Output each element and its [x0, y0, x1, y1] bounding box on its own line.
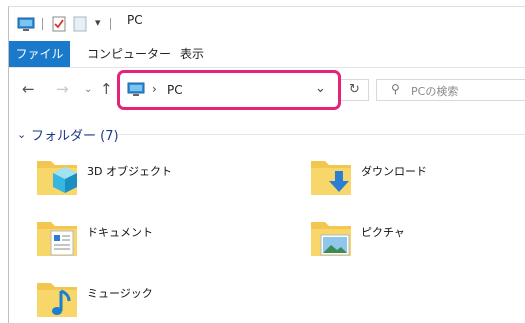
window-title: PC: [127, 13, 143, 27]
refresh-icon: ↻: [349, 82, 360, 97]
folder-label[interactable]: ミュージック: [87, 285, 153, 301]
address-bar[interactable]: › PC ⌄: [117, 70, 341, 110]
forward-button[interactable]: →: [56, 80, 69, 98]
folder-pictures[interactable]: [309, 216, 353, 258]
folder-3d-objects[interactable]: [35, 155, 79, 197]
folder-downloads[interactable]: [309, 155, 353, 197]
properties-icon[interactable]: [52, 16, 66, 35]
folder-label[interactable]: ダウンロード: [361, 163, 427, 179]
search-icon: ⚲: [391, 82, 400, 96]
folder-label[interactable]: 3D オブジェクト: [87, 163, 172, 179]
breadcrumb-pc[interactable]: PC: [167, 83, 183, 97]
search-box[interactable]: ⚲ PCの検索: [376, 79, 525, 101]
folder-music[interactable]: [35, 277, 79, 319]
refresh-button[interactable]: ↻: [341, 79, 369, 101]
separator: [110, 18, 111, 30]
group-divider: [118, 134, 525, 135]
folder-documents[interactable]: [35, 216, 79, 258]
documents-folder-icon: [37, 222, 77, 256]
back-button[interactable]: ←: [22, 80, 35, 98]
search-input[interactable]: PCの検索: [411, 83, 458, 99]
computer-icon: [17, 17, 35, 35]
tab-file[interactable]: ファイル: [9, 41, 70, 67]
new-folder-icon[interactable]: [73, 16, 87, 35]
3d-objects-icon: [37, 161, 77, 195]
chevron-down-icon[interactable]: ⌄: [17, 128, 26, 141]
separator: [42, 18, 43, 30]
tab-view[interactable]: 表示: [180, 41, 204, 67]
quick-access-dropdown-icon[interactable]: ▾: [95, 16, 101, 29]
breadcrumb-chevron-icon[interactable]: ›: [152, 82, 157, 96]
music-folder-icon: [37, 283, 77, 317]
up-button[interactable]: ↑: [100, 80, 113, 98]
pictures-folder-icon: [311, 222, 351, 256]
tab-computer[interactable]: コンピューター: [87, 41, 171, 67]
folder-label[interactable]: ピクチャ: [361, 224, 405, 240]
title-bar: ▾: [9, 7, 525, 37]
download-folder-icon: [311, 161, 351, 195]
recent-locations-icon[interactable]: ⌄: [84, 84, 92, 95]
group-header[interactable]: フォルダー (7): [31, 125, 119, 144]
folder-label[interactable]: ドキュメント: [87, 224, 153, 240]
computer-icon: [127, 82, 145, 100]
chevron-down-icon[interactable]: ⌄: [315, 81, 326, 96]
